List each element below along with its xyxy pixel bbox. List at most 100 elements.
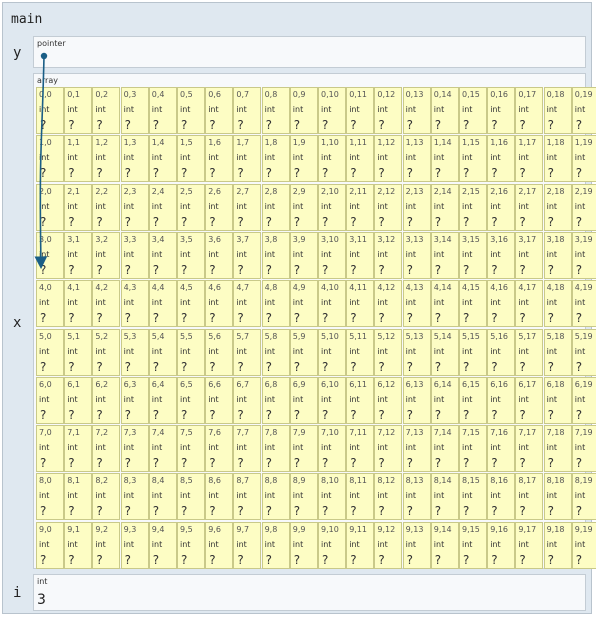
array-cell[interactable]: 8,10 int?	[318, 473, 346, 521]
array-cell[interactable]: 8,1 int?	[64, 473, 93, 521]
array-cell[interactable]: 4,11 int?	[346, 280, 375, 328]
array-cell[interactable]: 6,19 int?	[571, 376, 596, 424]
array-cell[interactable]: 4,8 int?	[261, 280, 290, 328]
array-cell[interactable]: 8,18 int?	[543, 473, 572, 521]
array-cell[interactable]: 5,3 int?	[120, 328, 149, 376]
array-cell[interactable]: 4,15 int?	[459, 280, 487, 328]
array-cell[interactable]: 7,18 int?	[543, 425, 572, 473]
array-cell[interactable]: 5,0 int?	[36, 328, 64, 376]
array-cell[interactable]: 8,15 int?	[459, 473, 487, 521]
array-cell[interactable]: 1,11 int?	[346, 135, 375, 183]
array-cell[interactable]: 5,17 int?	[515, 328, 544, 376]
array-cell[interactable]: 4,5 int?	[177, 280, 205, 328]
array-cell[interactable]: 1,9 int?	[289, 135, 318, 183]
array-cell[interactable]: 9,19 int?	[571, 521, 596, 569]
array-cell[interactable]: 7,6 int?	[205, 425, 234, 473]
array-cell[interactable]: 4,14 int?	[430, 280, 459, 328]
array-cell[interactable]: 9,14 int?	[430, 521, 459, 569]
array-cell[interactable]: 7,12 int?	[374, 425, 403, 473]
array-cell[interactable]: 7,15 int?	[459, 425, 487, 473]
array-cell[interactable]: 1,14 int?	[430, 135, 459, 183]
array-cell[interactable]: 2,5 int?	[177, 183, 205, 231]
array-cell[interactable]: 3,1 int?	[64, 231, 93, 279]
pointer-variable-box[interactable]: pointer	[33, 36, 586, 68]
array-cell[interactable]: 3,7 int?	[233, 231, 262, 279]
array-cell[interactable]: 0,18 int?	[543, 87, 572, 134]
array-cell[interactable]: 4,10 int?	[318, 280, 346, 328]
array-cell[interactable]: 6,10 int?	[318, 376, 346, 424]
array-cell[interactable]: 8,19 int?	[571, 473, 596, 521]
array-cell[interactable]: 0,0 int?	[36, 87, 64, 134]
array-cell[interactable]: 0,19 int?	[571, 87, 596, 134]
array-cell[interactable]: 4,2 int?	[92, 280, 121, 328]
array-cell[interactable]: 9,15 int?	[459, 521, 487, 569]
array-cell[interactable]: 7,5 int?	[177, 425, 205, 473]
array-cell[interactable]: 9,4 int?	[148, 521, 177, 569]
array-cell[interactable]: 0,17 int?	[515, 87, 544, 134]
array-cell[interactable]: 2,17 int?	[515, 183, 544, 231]
array-cell[interactable]: 0,5 int?	[177, 87, 205, 134]
array-cell[interactable]: 9,2 int?	[92, 521, 121, 569]
array-cell[interactable]: 5,19 int?	[571, 328, 596, 376]
array-cell[interactable]: 4,1 int?	[64, 280, 93, 328]
array-cell[interactable]: 2,1 int?	[64, 183, 93, 231]
array-cell[interactable]: 7,16 int?	[487, 425, 516, 473]
array-cell[interactable]: 7,3 int?	[120, 425, 149, 473]
array-cell[interactable]: 9,5 int?	[177, 521, 205, 569]
array-cell[interactable]: 3,3 int?	[120, 231, 149, 279]
array-cell[interactable]: 3,9 int?	[289, 231, 318, 279]
array-cell[interactable]: 7,1 int?	[64, 425, 93, 473]
array-cell[interactable]: 2,18 int?	[543, 183, 572, 231]
array-cell[interactable]: 2,16 int?	[487, 183, 516, 231]
array-cell[interactable]: 6,3 int?	[120, 376, 149, 424]
array-cell[interactable]: 3,10 int?	[318, 231, 346, 279]
array-cell[interactable]: 4,17 int?	[515, 280, 544, 328]
array-cell[interactable]: 2,7 int?	[233, 183, 262, 231]
array-cell[interactable]: 4,13 int?	[402, 280, 431, 328]
array-cell[interactable]: 6,7 int?	[233, 376, 262, 424]
array-cell[interactable]: 6,0 int?	[36, 376, 64, 424]
array-cell[interactable]: 1,1 int?	[64, 135, 93, 183]
array-cell[interactable]: 8,17 int?	[515, 473, 544, 521]
array-cell[interactable]: 9,8 int?	[261, 521, 290, 569]
array-cell[interactable]: 4,19 int?	[571, 280, 596, 328]
array-cell[interactable]: 9,12 int?	[374, 521, 403, 569]
array-cell[interactable]: 9,18 int?	[543, 521, 572, 569]
array-cell[interactable]: 1,7 int?	[233, 135, 262, 183]
array-cell[interactable]: 3,8 int?	[261, 231, 290, 279]
array-cell[interactable]: 9,3 int?	[120, 521, 149, 569]
array-cell[interactable]: 4,3 int?	[120, 280, 149, 328]
array-cell[interactable]: 8,8 int?	[261, 473, 290, 521]
array-cell[interactable]: 1,10 int?	[318, 135, 346, 183]
array-cell[interactable]: 6,17 int?	[515, 376, 544, 424]
array-cell[interactable]: 6,18 int?	[543, 376, 572, 424]
array-cell[interactable]: 8,0 int?	[36, 473, 64, 521]
array-cell[interactable]: 9,10 int?	[318, 521, 346, 569]
array-cell[interactable]: 5,14 int?	[430, 328, 459, 376]
array-cell[interactable]: 0,2 int?	[92, 87, 121, 134]
array-cell[interactable]: 1,12 int?	[374, 135, 403, 183]
array-cell[interactable]: 7,19 int?	[571, 425, 596, 473]
array-cell[interactable]: 3,17 int?	[515, 231, 544, 279]
array-cell[interactable]: 0,4 int?	[148, 87, 177, 134]
array-cell[interactable]: 8,16 int?	[487, 473, 516, 521]
array-cell[interactable]: 6,9 int?	[289, 376, 318, 424]
array-cell[interactable]: 9,0 int?	[36, 521, 64, 569]
array-cell[interactable]: 6,15 int?	[459, 376, 487, 424]
array-cell[interactable]: 8,3 int?	[120, 473, 149, 521]
array-cell[interactable]: 2,14 int?	[430, 183, 459, 231]
array-cell[interactable]: 8,11 int?	[346, 473, 375, 521]
array-cell[interactable]: 5,15 int?	[459, 328, 487, 376]
array-cell[interactable]: 2,13 int?	[402, 183, 431, 231]
array-cell[interactable]: 2,19 int?	[571, 183, 596, 231]
array-cell[interactable]: 9,6 int?	[205, 521, 234, 569]
array-cell[interactable]: 0,15 int?	[459, 87, 487, 134]
array-cell[interactable]: 5,18 int?	[543, 328, 572, 376]
array-cell[interactable]: 0,9 int?	[289, 87, 318, 134]
array-cell[interactable]: 0,8 int?	[261, 87, 290, 134]
array-cell[interactable]: 8,2 int?	[92, 473, 121, 521]
array-cell[interactable]: 8,14 int?	[430, 473, 459, 521]
array-cell[interactable]: 6,5 int?	[177, 376, 205, 424]
array-cell[interactable]: 2,2 int?	[92, 183, 121, 231]
array-cell[interactable]: 8,4 int?	[148, 473, 177, 521]
